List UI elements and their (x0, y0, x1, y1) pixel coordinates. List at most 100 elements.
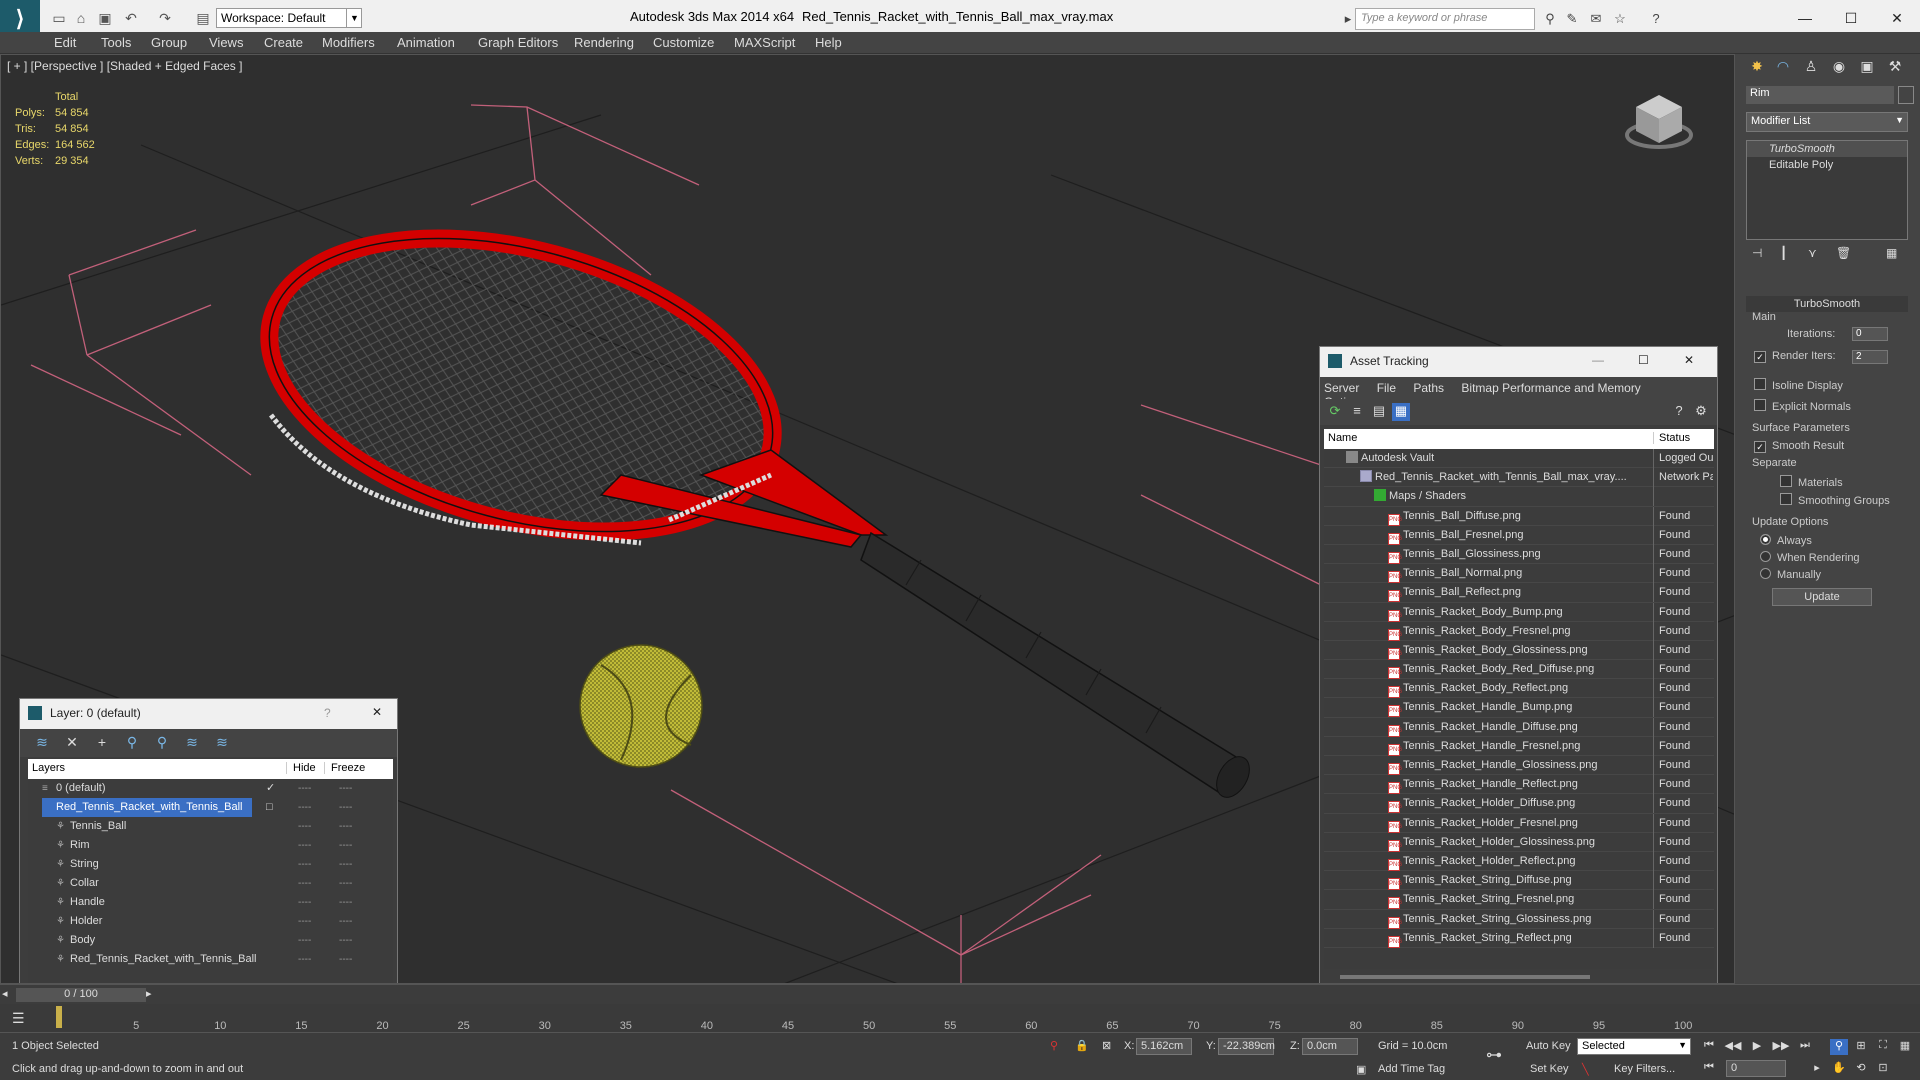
menu-edit[interactable]: Edit (54, 35, 76, 50)
key-mode-icon[interactable]: ╲ (1582, 1063, 1589, 1076)
frame-counter[interactable]: 0 / 100 (16, 988, 146, 1002)
motion-tab-icon[interactable]: ◉ (1828, 58, 1850, 78)
list-view-icon[interactable]: ≡ (1348, 403, 1366, 421)
layer-name[interactable]: Tennis_Ball (56, 817, 252, 836)
time-tag-icon[interactable]: ▣ (1356, 1063, 1366, 1076)
hide-toggle[interactable]: ---- (298, 779, 311, 798)
render-iters-spinner[interactable]: 2 (1852, 350, 1888, 364)
turbosmooth-rollout-header[interactable]: TurboSmooth (1746, 296, 1908, 312)
column-status[interactable]: Status (1653, 432, 1690, 444)
asset-row[interactable]: PNGTennis_Racket_Body_Glossiness.png Foun… (1324, 640, 1714, 661)
key-selection-dropdown[interactable]: Selected ▼ (1577, 1038, 1691, 1055)
horizontal-scrollbar[interactable] (1340, 975, 1590, 979)
minimize-icon[interactable]: — (1592, 353, 1604, 367)
select-objects-icon[interactable]: ⚲ (122, 734, 142, 752)
layer-row[interactable]: ⚘ Body ---- ---- (28, 931, 393, 950)
create-tab-icon[interactable]: ✸ (1746, 58, 1768, 78)
communication-icon[interactable]: ✉ (1586, 9, 1606, 29)
layer-name[interactable]: Handle (56, 893, 252, 912)
hide-toggle[interactable]: ---- (298, 950, 311, 969)
hide-toggle[interactable]: ---- (298, 855, 311, 874)
object-name-field[interactable]: Rim (1746, 86, 1894, 104)
help-icon[interactable]: ? (1646, 9, 1666, 29)
current-frame-marker[interactable] (56, 1006, 62, 1028)
previous-frame-icon[interactable]: ◀◀ (1724, 1039, 1742, 1055)
current-layer-mark[interactable]: ✓ (266, 779, 275, 798)
prev-frame-icon[interactable]: ◂ (2, 987, 8, 1000)
select-layer-icon[interactable]: ⚲ (152, 734, 172, 752)
make-unique-icon[interactable]: ⋎ (1808, 246, 1817, 260)
time-slider[interactable]: ◂ 0 / 100 ▸ (0, 984, 1920, 1004)
next-frame-icon[interactable]: ▶▶ (1772, 1039, 1790, 1055)
current-layer-mark[interactable]: □ (266, 798, 273, 817)
chevron-down-icon[interactable]: ▼ (346, 8, 362, 28)
stack-item-editable-poly[interactable]: Editable Poly (1747, 157, 1907, 173)
asset-row[interactable]: PNGTennis_Ball_Reflect.png Found (1324, 583, 1714, 603)
asset-row[interactable]: PNGTennis_Racket_Handle_Diffuse.png Found (1324, 717, 1714, 737)
go-to-end-icon[interactable]: ⏭ (1796, 1039, 1814, 1055)
viewport-label[interactable]: [ + ] [Perspective ] [Shaded + Edged Fac… (7, 59, 242, 73)
update-manually-radio[interactable]: Manually (1760, 568, 1821, 581)
project-folder-icon[interactable]: ▤ (194, 9, 212, 27)
hide-toggle[interactable]: ---- (298, 836, 311, 855)
lock-selection-icon[interactable]: 🔒 (1075, 1039, 1089, 1052)
pin-stack-icon[interactable]: ⊣ (1752, 246, 1762, 260)
column-freeze[interactable]: Freeze (324, 762, 365, 774)
menu-views[interactable]: Views (209, 35, 243, 50)
layer-row[interactable]: ⚘ Rim ---- ---- (28, 836, 393, 855)
layer-name[interactable]: Red_Tennis_Racket_with_Tennis_Ball (56, 950, 257, 969)
column-layers[interactable]: Layers (32, 762, 65, 774)
hide-toggle[interactable]: ---- (298, 912, 311, 931)
layer-row[interactable]: ⚘ Collar ---- ---- (28, 874, 393, 893)
close-icon[interactable]: ✕ (372, 705, 382, 719)
key-icon[interactable]: ⊶ (1486, 1045, 1502, 1065)
asset-row[interactable]: PNGTennis_Racket_Holder_Glossiness.png Fo… (1324, 832, 1714, 852)
asset-row[interactable]: PNGTennis_Racket_Body_Red_Diffuse.png Fou… (1324, 660, 1714, 680)
track-bar[interactable]: ☰ 5 10 15 20 25 30 35 40 45 50 55 60 65 70 75 80 85 90 95 1… (0, 1004, 1920, 1032)
asset-menu-server[interactable]: Server (1324, 381, 1359, 395)
save-icon[interactable]: ▣ (96, 9, 114, 27)
menu-customize[interactable]: Customize (653, 35, 714, 50)
freeze-toggle[interactable]: ---- (339, 817, 352, 836)
layer-name[interactable]: Rim (56, 836, 252, 855)
next-frame-icon[interactable]: ▸ (146, 987, 152, 1000)
freeze-toggle[interactable]: ---- (339, 798, 352, 817)
asset-row[interactable]: PNGTennis_Ball_Diffuse.png Found (1324, 506, 1714, 526)
key-filters-button[interactable]: Key Filters... (1614, 1063, 1675, 1075)
asset-menu-file[interactable]: File (1377, 381, 1396, 395)
display-tab-icon[interactable]: ▣ (1856, 58, 1878, 78)
refresh-icon[interactable]: ⟳ (1326, 403, 1344, 421)
menu-help[interactable]: Help (815, 35, 842, 50)
freeze-all-icon[interactable]: ≋ (212, 734, 232, 752)
open-file-icon[interactable]: ⌂ (72, 9, 90, 27)
isolate-icon[interactable]: ⚲ (1050, 1039, 1058, 1052)
smooth-result-checkbox[interactable]: Smooth Result (1754, 440, 1844, 453)
current-frame-field[interactable]: 0 (1726, 1060, 1786, 1077)
hide-toggle[interactable]: ---- (298, 798, 311, 817)
asset-row[interactable]: PNGTennis_Racket_String_Diffuse.png Found (1324, 871, 1714, 891)
asset-row[interactable]: PNGTennis_Racket_String_Glossiness.png Fo… (1324, 909, 1714, 929)
asset-row[interactable]: PNGTennis_Racket_Handle_Reflect.png Found (1324, 775, 1714, 795)
object-color-swatch[interactable] (1898, 86, 1914, 104)
asset-row[interactable]: PNGTennis_Racket_Handle_Bump.png Found (1324, 698, 1714, 718)
asset-row[interactable]: PNGTennis_Racket_Body_Fresnel.png Found (1324, 621, 1714, 641)
field-of-view-icon[interactable]: ▸ (1808, 1061, 1826, 1077)
layer-row[interactable]: ⚘ Handle ---- ---- (28, 893, 393, 912)
asset-row[interactable]: PNGTennis_Ball_Glossiness.png Found (1324, 544, 1714, 565)
new-file-icon[interactable]: ▭ (50, 9, 68, 27)
auto-key-button[interactable]: Auto Key (1526, 1040, 1571, 1052)
help-button[interactable]: ? (324, 706, 331, 720)
configure-sets-icon[interactable]: ▦ (1886, 246, 1897, 260)
layer-row[interactable]: ⚘ String ---- ---- (28, 855, 393, 874)
mini-curve-editor-icon[interactable]: ☰ (12, 1010, 25, 1027)
menu-rendering[interactable]: Rendering (574, 35, 634, 50)
show-end-result-icon[interactable]: ┃ (1780, 246, 1787, 260)
close-icon[interactable]: ✕ (1684, 353, 1694, 367)
hierarchy-tab-icon[interactable]: ♙ (1800, 58, 1822, 78)
explicit-normals-checkbox[interactable]: Explicit Normals (1754, 399, 1851, 413)
menu-create[interactable]: Create (264, 35, 303, 50)
asset-row[interactable]: Autodesk Vault Logged Ou (1324, 449, 1714, 469)
zoom-extents-icon[interactable]: ⛶ (1874, 1039, 1892, 1055)
menu-graph-editors[interactable]: Graph Editors (478, 35, 558, 50)
modifier-list-dropdown[interactable]: Modifier List ▼ (1746, 112, 1908, 132)
